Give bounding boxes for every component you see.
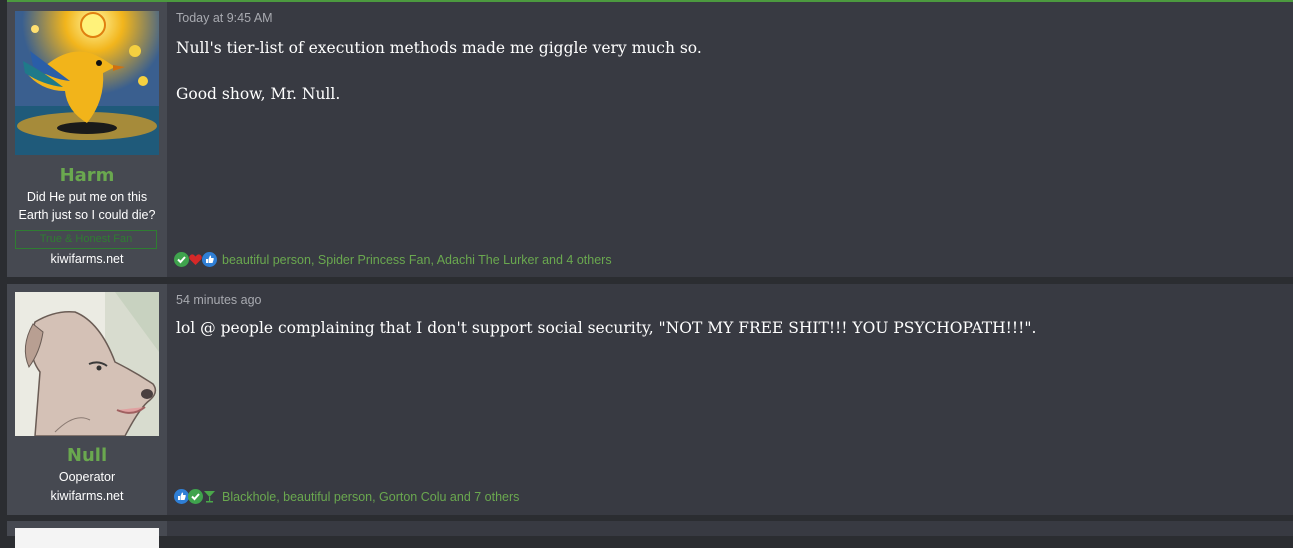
user-sidebar bbox=[7, 521, 167, 548]
heart-icon[interactable] bbox=[188, 252, 203, 267]
post bbox=[7, 521, 1293, 548]
post-body-line: Null's tier-list of execution methods ma… bbox=[176, 39, 702, 57]
reactions-list-link[interactable]: Blackhole, beautiful person, Gorton Colu… bbox=[222, 490, 519, 504]
user-title-line: Earth just so I could die? bbox=[18, 208, 156, 222]
site-label: kiwifarms.net bbox=[50, 252, 124, 266]
user-banner: True & Honest Fan bbox=[15, 230, 157, 249]
check-icon[interactable] bbox=[174, 252, 189, 267]
thumbs-up-icon[interactable] bbox=[174, 489, 189, 504]
reactions-list-link[interactable]: beautiful person, Spider Princess Fan, A… bbox=[222, 253, 612, 267]
post: Null Ooperator kiwifarms.net 54 minutes … bbox=[7, 284, 1293, 515]
post-timestamp[interactable]: 54 minutes ago bbox=[176, 293, 261, 307]
post-timestamp[interactable]: Today at 9:45 AM bbox=[176, 11, 273, 25]
site-label: kiwifarms.net bbox=[50, 489, 124, 503]
cocktail-icon[interactable] bbox=[202, 489, 217, 504]
post-body-line: lol @ people complaining that I don't su… bbox=[176, 319, 1037, 337]
avatar[interactable] bbox=[15, 11, 159, 155]
user-title-line: Did He put me on this bbox=[26, 190, 148, 204]
user-title-line: Ooperator bbox=[58, 470, 116, 484]
post-body-line: Good show, Mr. Null. bbox=[176, 85, 341, 103]
post: Harm Did He put me on this Earth just so… bbox=[7, 0, 1293, 277]
user-sidebar: Harm Did He put me on this Earth just so… bbox=[7, 2, 167, 277]
reactions-bar: Blackhole, beautiful person, Gorton Colu… bbox=[174, 489, 519, 504]
user-sidebar: Null Ooperator kiwifarms.net bbox=[7, 284, 167, 515]
avatar[interactable] bbox=[15, 292, 159, 436]
username[interactable]: Null bbox=[7, 445, 167, 466]
username[interactable]: Harm bbox=[7, 165, 167, 186]
avatar[interactable] bbox=[15, 528, 159, 548]
check-icon[interactable] bbox=[188, 489, 203, 504]
reactions-bar: beautiful person, Spider Princess Fan, A… bbox=[174, 252, 612, 267]
thumbs-up-icon[interactable] bbox=[202, 252, 217, 267]
